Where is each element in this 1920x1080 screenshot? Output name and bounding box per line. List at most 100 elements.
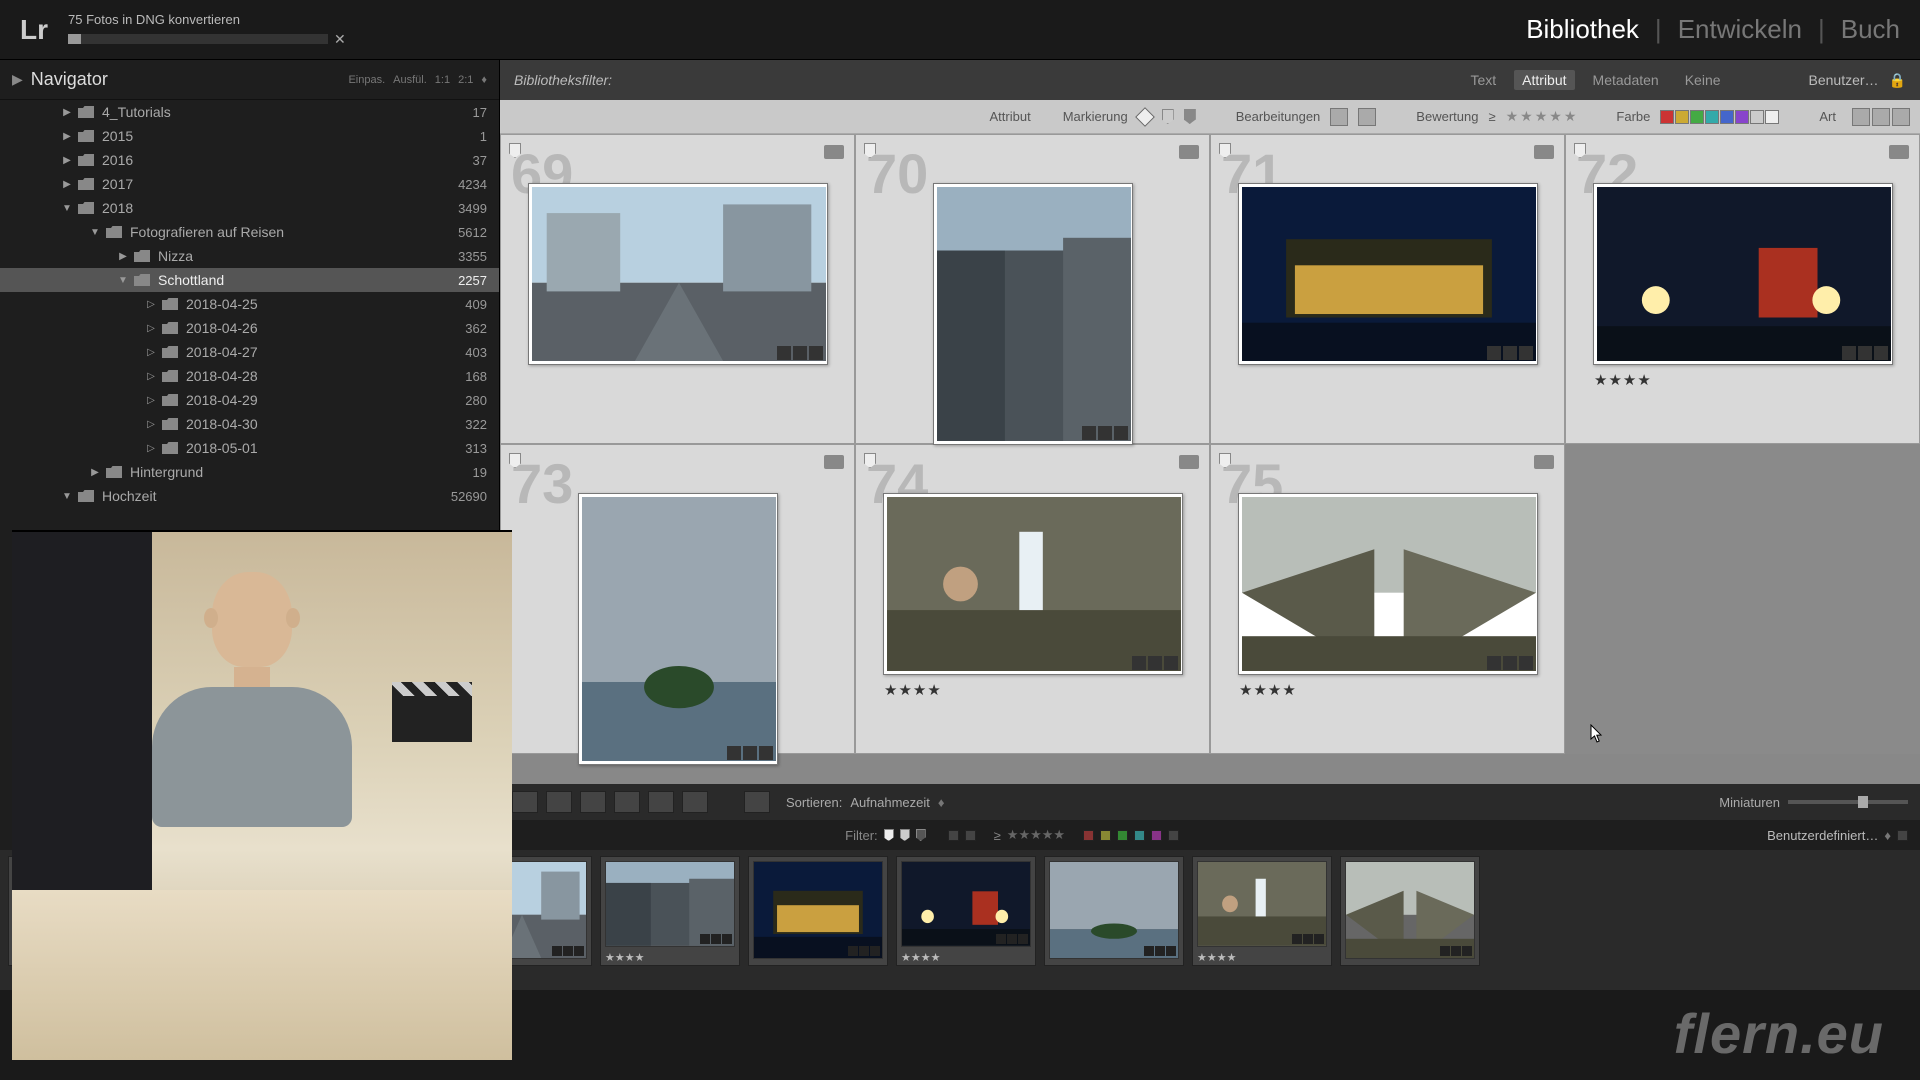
painter-icon[interactable] [682, 791, 708, 813]
filmstrip-switch-icon[interactable] [1897, 830, 1908, 841]
folder-row[interactable]: ▷ 2018-04-25409 [0, 292, 499, 316]
zoom-2-1[interactable]: 2:1 [458, 74, 473, 86]
grid-cell[interactable]: 73 [500, 444, 855, 754]
fs-edit-on-icon[interactable] [948, 830, 959, 841]
color-swatch[interactable] [1675, 110, 1689, 124]
view-people-icon[interactable] [648, 791, 674, 813]
app-logo: Lr [20, 14, 48, 46]
color-swatches[interactable] [1660, 110, 1779, 124]
folder-row[interactable]: ▷ 2018-04-30322 [0, 412, 499, 436]
cancel-task-icon[interactable]: ✕ [334, 31, 346, 48]
grid-cell-empty [1565, 444, 1920, 754]
filter-tab-attribute[interactable]: Attribut [1514, 70, 1574, 90]
sort-direction-icon[interactable] [744, 791, 770, 813]
color-swatch[interactable] [1720, 110, 1734, 124]
fs-color-red[interactable] [1083, 830, 1094, 841]
fs-rating-op-icon[interactable]: ≥ [994, 828, 1001, 843]
folder-row[interactable]: ▼ Fotografieren auf Reisen5612 [0, 220, 499, 244]
progress-bar [68, 34, 328, 44]
zoom-menu-icon[interactable]: ♦ [481, 74, 487, 86]
filter-preset-dropdown[interactable]: Benutzer… [1809, 72, 1879, 88]
color-swatch[interactable] [1765, 110, 1779, 124]
grid-cell[interactable]: 70 ★★★★ [855, 134, 1210, 444]
filmstrip-cell[interactable]: ★★★★ [1192, 856, 1332, 966]
view-survey-icon[interactable] [614, 791, 640, 813]
edits-off-icon[interactable] [1358, 108, 1376, 126]
module-book[interactable]: Buch [1841, 14, 1900, 45]
fs-color-yellow[interactable] [1100, 830, 1111, 841]
view-loupe-icon[interactable] [546, 791, 572, 813]
kind-video-icon[interactable] [1892, 108, 1910, 126]
kind-vcopy-icon[interactable] [1872, 108, 1890, 126]
filmstrip-cell[interactable] [1340, 856, 1480, 966]
folder-row[interactable]: ▶ 4_Tutorials17 [0, 100, 499, 124]
module-separator: | [1655, 14, 1662, 45]
folder-row[interactable]: ▶ 201637 [0, 148, 499, 172]
fs-flag-rejected-icon[interactable] [916, 829, 926, 841]
flag-unflagged-icon[interactable] [1162, 109, 1174, 124]
color-swatch[interactable] [1660, 110, 1674, 124]
folder-row[interactable]: ▼ 20183499 [0, 196, 499, 220]
attribute-filter-bar: Attribut Markierung Bearbeitungen Bewert… [500, 100, 1920, 134]
color-swatch[interactable] [1705, 110, 1719, 124]
rating-filter-label: Bewertung [1416, 109, 1478, 124]
edits-on-icon[interactable] [1330, 108, 1348, 126]
folder-row[interactable]: ▷ 2018-04-28168 [0, 364, 499, 388]
flag-rejected-icon[interactable] [1184, 109, 1196, 124]
grid-cell[interactable]: 72 ★★★★ [1565, 134, 1920, 444]
sort-dropdown[interactable]: Aufnahmezeit [850, 795, 930, 810]
zoom-1-1[interactable]: 1:1 [435, 74, 450, 86]
folder-row[interactable]: ▼ Schottland2257 [0, 268, 499, 292]
folder-row[interactable]: ▶ Hintergrund19 [0, 460, 499, 484]
task-title: 75 Fotos in DNG konvertieren [68, 12, 346, 27]
folder-row[interactable]: ▷ 2018-04-29280 [0, 388, 499, 412]
filter-tab-metadata[interactable]: Metadaten [1585, 70, 1667, 90]
kind-master-icon[interactable] [1852, 108, 1870, 126]
rating-stars[interactable]: ★★★★★ [1506, 108, 1577, 125]
sort-label: Sortieren: [786, 795, 842, 810]
grid-view[interactable]: 69 70 ★★★★ 71 72 [500, 134, 1920, 784]
filmstrip-cell[interactable]: ★★★★ [600, 856, 740, 966]
filmstrip-preset-dropdown[interactable]: Benutzerdefiniert… [1767, 828, 1878, 843]
folder-row[interactable]: ▼ Hochzeit52690 [0, 484, 499, 508]
rating-op-icon[interactable]: ≥ [1488, 109, 1495, 124]
folder-row[interactable]: ▶ 20151 [0, 124, 499, 148]
filter-tab-text[interactable]: Text [1462, 70, 1504, 90]
filter-tab-none[interactable]: Keine [1677, 70, 1729, 90]
fs-flag-unflagged-icon[interactable] [900, 829, 910, 841]
navigator-title: Navigator [31, 69, 108, 90]
view-compare-icon[interactable] [580, 791, 606, 813]
filmstrip-cell[interactable]: ★★★★ [896, 856, 1036, 966]
grid-cell[interactable]: 75 ★★★★ [1210, 444, 1565, 754]
color-swatch[interactable] [1750, 110, 1764, 124]
thumbnail-size-slider[interactable] [1788, 800, 1908, 804]
lock-icon[interactable]: 🔒 [1889, 72, 1906, 89]
grid-cell[interactable]: 74 ★★★★ [855, 444, 1210, 754]
fs-color-purple[interactable] [1151, 830, 1162, 841]
fs-edit-off-icon[interactable] [965, 830, 976, 841]
thumbnails-label: Miniaturen [1719, 795, 1780, 810]
folder-row[interactable]: ▷ 2018-05-01313 [0, 436, 499, 460]
grid-cell[interactable]: 71 [1210, 134, 1565, 444]
fs-color-green[interactable] [1117, 830, 1128, 841]
zoom-fill[interactable]: Ausfül. [393, 74, 427, 86]
folder-row[interactable]: ▷ 2018-04-27403 [0, 340, 499, 364]
filmstrip-cell[interactable] [1044, 856, 1184, 966]
view-grid-icon[interactable] [512, 791, 538, 813]
navigator-toggle-icon[interactable]: ▶ [12, 71, 23, 88]
color-swatch[interactable] [1690, 110, 1704, 124]
fs-flag-picked-icon[interactable] [884, 829, 894, 841]
folder-row[interactable]: ▶ 20174234 [0, 172, 499, 196]
zoom-fit[interactable]: Einpas. [348, 74, 385, 86]
color-swatch[interactable] [1735, 110, 1749, 124]
folder-row[interactable]: ▷ 2018-04-26362 [0, 316, 499, 340]
filmstrip-cell[interactable] [748, 856, 888, 966]
fs-color-none[interactable] [1168, 830, 1179, 841]
flag-picked-icon[interactable] [1135, 107, 1155, 127]
flag-filter-label: Markierung [1063, 109, 1128, 124]
fs-color-blue[interactable] [1134, 830, 1145, 841]
module-develop[interactable]: Entwickeln [1678, 14, 1802, 45]
folder-row[interactable]: ▶ Nizza3355 [0, 244, 499, 268]
grid-cell[interactable]: 69 [500, 134, 855, 444]
module-library[interactable]: Bibliothek [1526, 14, 1639, 45]
